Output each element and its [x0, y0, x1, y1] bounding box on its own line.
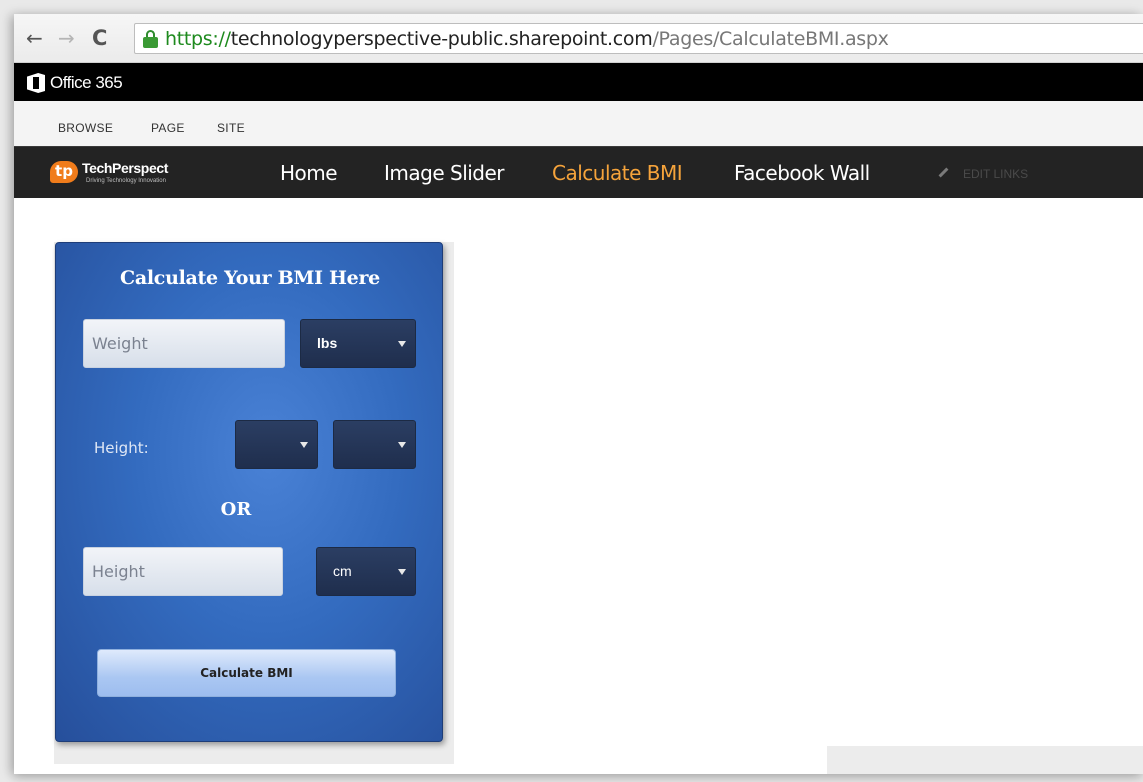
dropdown-arrow-icon — [398, 569, 406, 575]
nav-item-image-slider[interactable]: Image Slider — [384, 161, 505, 185]
lock-icon — [143, 30, 158, 48]
nav-item-facebook-wall[interactable]: Facebook Wall — [734, 161, 870, 185]
footer-strip — [827, 746, 1143, 774]
calculate-bmi-button[interactable]: Calculate BMI — [97, 649, 396, 697]
weight-input[interactable]: Weight — [83, 319, 285, 368]
site-top-navigation: tp TechPerspect Driving Technology Innov… — [14, 146, 1143, 198]
tab-page[interactable]: PAGE — [151, 121, 185, 135]
ribbon-tabs: BROWSE PAGE SITE — [14, 101, 1143, 146]
dropdown-arrow-icon — [300, 442, 308, 448]
url-text[interactable]: https://technologyperspective-public.sha… — [165, 27, 889, 51]
reload-icon[interactable]: C — [92, 24, 107, 52]
url-host: technologyperspective-public.sharepoint.… — [230, 28, 653, 50]
site-logo[interactable]: tp TechPerspect Driving Technology Innov… — [50, 160, 220, 187]
techperspect-logo-icon: tp — [50, 161, 78, 183]
height-unit-value: cm — [333, 563, 352, 579]
bmi-calculator-card: Calculate Your BMI Here Weight lbs Heigh… — [55, 242, 443, 742]
dropdown-arrow-icon — [398, 442, 406, 448]
logo-tagline: Driving Technology Innovation — [86, 178, 166, 184]
nav-item-home[interactable]: Home — [280, 161, 338, 185]
address-bar[interactable]: https://technologyperspective-public.sha… — [134, 23, 1143, 54]
browser-toolbar: ← → C https://technologyperspective-publ… — [14, 14, 1143, 63]
or-divider-label: OR — [220, 499, 252, 520]
tab-browse[interactable]: BROWSE — [58, 121, 113, 135]
tab-site[interactable]: SITE — [217, 121, 245, 135]
height-unit-select[interactable]: cm — [316, 547, 416, 596]
weight-unit-select[interactable]: lbs — [300, 319, 416, 368]
pencil-icon — [938, 167, 949, 178]
height-cm-input[interactable]: Height — [83, 547, 283, 596]
url-path: /Pages/CalculateBMI.aspx — [652, 28, 889, 50]
forward-arrow-icon[interactable]: → — [58, 24, 75, 52]
edit-links-label: EDIT LINKS — [963, 167, 1029, 181]
weight-unit-value: lbs — [317, 335, 338, 351]
height-label: Height: — [94, 439, 149, 457]
office365-label[interactable]: Office 365 — [50, 72, 123, 94]
bmi-card-title: Calculate Your BMI Here — [120, 267, 380, 289]
logo-name: TechPerspect — [82, 160, 168, 176]
nav-item-calculate-bmi[interactable]: Calculate BMI — [552, 161, 683, 185]
browser-window: ← → C https://technologyperspective-publ… — [14, 14, 1143, 774]
dropdown-arrow-icon — [398, 341, 406, 347]
height-inches-select[interactable] — [333, 420, 416, 469]
back-arrow-icon[interactable]: ← — [26, 24, 43, 52]
height-feet-select[interactable] — [235, 420, 318, 469]
office-logo-icon[interactable] — [27, 73, 45, 93]
edit-links-link[interactable]: EDIT LINKS — [938, 167, 1028, 181]
office365-suite-bar: Office 365 — [14, 63, 1143, 101]
url-scheme: https:// — [165, 28, 231, 50]
